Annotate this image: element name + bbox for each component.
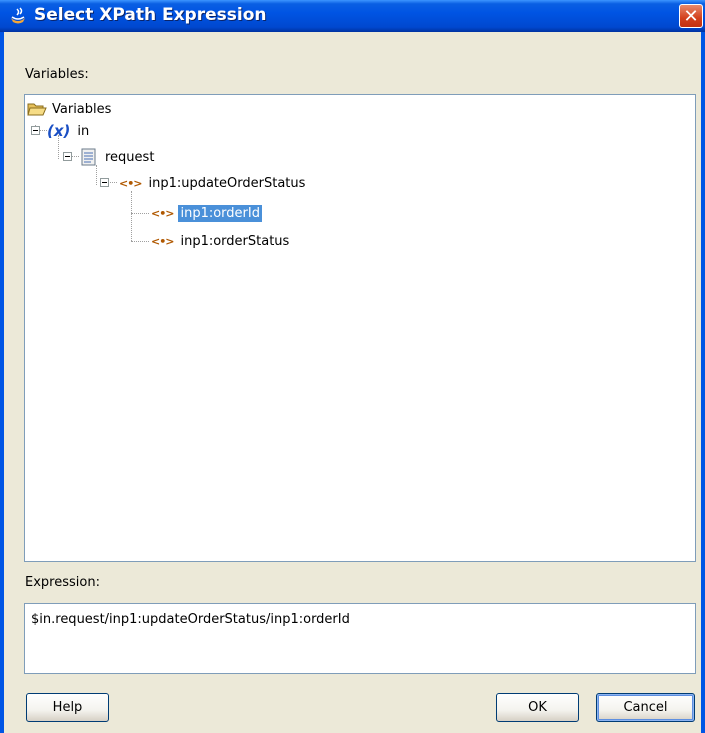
tree-node-label: request (105, 149, 155, 165)
tree-connector (96, 165, 97, 185)
expression-label: Expression: (25, 575, 100, 590)
expression-value: $in.request/inp1:updateOrderStatus/inp1:… (31, 612, 350, 627)
expression-field[interactable]: $in.request/inp1:updateOrderStatus/inp1:… (24, 603, 696, 674)
window-frame-left (0, 32, 4, 733)
variable-icon: (x) (47, 122, 71, 140)
dialog-title: Select XPath Expression (34, 5, 267, 25)
tree-node-request[interactable]: request (81, 147, 156, 167)
tree-node-label: inp1:updateOrderStatus (148, 175, 306, 191)
window-frame-right (701, 32, 705, 733)
xpath-dialog: Select XPath Expression ✕ Variables: Var… (0, 0, 705, 733)
app-cup-icon (11, 7, 25, 24)
tree-node-label: inp1:orderStatus (180, 233, 290, 249)
collapse-toggle[interactable] (63, 152, 72, 161)
tree-node-label: in (77, 123, 90, 139)
tree-node-label: Variables (52, 101, 112, 117)
tree-node-label: inp1:orderId (178, 204, 262, 222)
element-icon: <•> (119, 176, 142, 190)
title-bar[interactable]: Select XPath Expression ✕ (0, 0, 705, 32)
tree-connector (131, 213, 149, 214)
collapse-toggle[interactable] (31, 126, 40, 135)
close-button[interactable]: ✕ (679, 4, 703, 28)
ok-button[interactable]: OK (496, 693, 579, 722)
variables-label: Variables: (25, 67, 89, 82)
element-icon: <•> (151, 206, 174, 220)
tree-connector (131, 191, 132, 241)
close-icon: ✕ (683, 6, 699, 27)
tree-node-orderid[interactable]: <•> inp1:orderId (151, 203, 262, 223)
tree-node-in[interactable]: (x) in (47, 121, 91, 141)
cancel-button[interactable]: Cancel (596, 693, 695, 722)
collapse-toggle[interactable] (100, 178, 109, 187)
tree-node-updateorderstatus[interactable]: <•> inp1:updateOrderStatus (119, 173, 307, 193)
tree-node-variables[interactable]: Variables (27, 99, 113, 119)
element-icon: <•> (151, 234, 174, 248)
help-button[interactable]: Help (26, 693, 109, 722)
tree-connector (131, 241, 149, 242)
folder-open-icon (27, 103, 47, 116)
document-icon (81, 148, 96, 166)
tree-connector (39, 130, 47, 131)
variables-tree[interactable]: Variables (x) in request <•> inp1:update… (24, 94, 696, 562)
tree-node-orderstatus[interactable]: <•> inp1:orderStatus (151, 231, 291, 251)
